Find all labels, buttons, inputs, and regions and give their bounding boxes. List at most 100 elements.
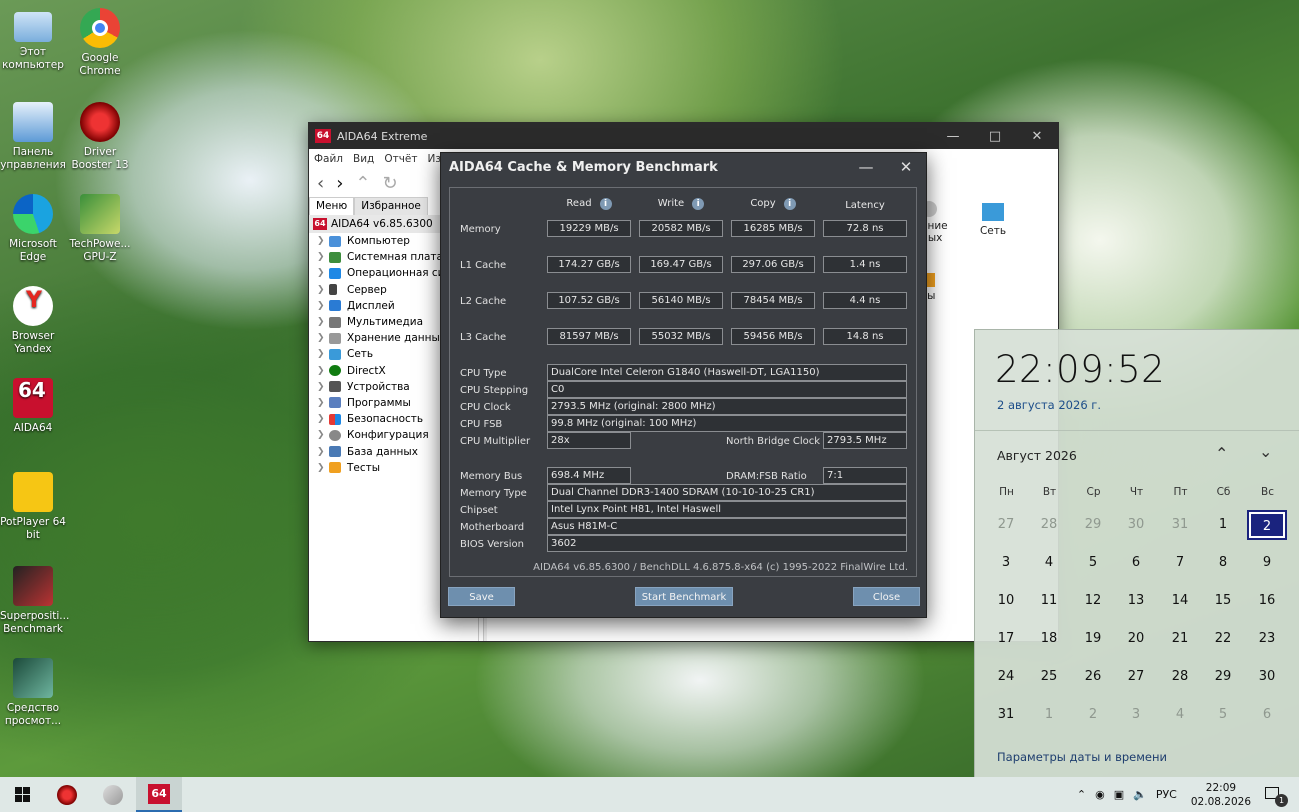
calendar-day[interactable]: 29 [1073, 510, 1113, 540]
calendar-day[interactable]: 16 [1247, 586, 1287, 616]
desktop-icon-potplayer[interactable]: PotPlayer 64 bit [0, 472, 66, 542]
calendar-day[interactable]: 11 [1029, 586, 1069, 616]
save-button[interactable]: Save [448, 587, 515, 606]
calendar-day[interactable]: 24 [986, 662, 1026, 692]
clock-date[interactable]: 2 августа 2026 г. [997, 398, 1101, 412]
start-benchmark-button[interactable]: Start Benchmark [635, 587, 733, 606]
calendar-day[interactable]: 7 [1160, 548, 1200, 578]
calendar-day[interactable]: 28 [1160, 662, 1200, 692]
chevron-up-icon[interactable]: ⌃ [1215, 444, 1228, 463]
calendar-day[interactable]: 10 [986, 586, 1026, 616]
info-icon[interactable]: i [599, 198, 612, 210]
menu-report[interactable]: Отчёт [384, 153, 417, 165]
calendar-day[interactable]: 29 [1203, 662, 1243, 692]
notification-icon[interactable]: 1 [1261, 783, 1291, 807]
start-button[interactable] [0, 777, 44, 812]
memory-bus-value: 698.4 MHz [547, 467, 631, 484]
minimize-icon[interactable]: — [846, 158, 886, 176]
calendar-day[interactable]: 25 [1029, 662, 1069, 692]
menu-view[interactable]: Вид [353, 153, 374, 165]
calendar-day[interactable]: 1 [1203, 510, 1243, 540]
calendar-month[interactable]: Август 2026 [997, 448, 1077, 463]
taskbar-app[interactable] [90, 777, 136, 812]
info-icon[interactable]: i [692, 198, 705, 210]
pane-item-network[interactable]: Сеть [975, 203, 1011, 237]
info-icon[interactable]: i [783, 198, 796, 210]
chevron-down-icon[interactable]: ⌄ [1259, 442, 1272, 461]
language-indicator[interactable]: РУС [1156, 788, 1177, 801]
l2-write: 56140 MB/s [639, 292, 723, 309]
taskbar-clock[interactable]: 22:09 02.08.2026 [1191, 781, 1251, 809]
date-time-settings-link[interactable]: Параметры даты и времени [997, 750, 1167, 764]
calendar-day[interactable]: 5 [1073, 548, 1113, 578]
calendar-day[interactable]: 12 [1073, 586, 1113, 616]
calendar-day[interactable]: 26 [1073, 662, 1113, 692]
calendar-day[interactable]: 2 [1073, 700, 1113, 730]
desktop-icon-aida64[interactable]: 64 AIDA64 [0, 378, 66, 435]
calendar-day[interactable]: 3 [1116, 700, 1156, 730]
desktop-icon-superposition[interactable]: Superpositi... Benchmark [0, 566, 70, 636]
taskbar-aida64[interactable]: 64 [136, 777, 182, 812]
main-title-bar: 64 AIDA64 Extreme — □ ✕ [309, 123, 1058, 149]
tab-favorites[interactable]: Избранное [354, 197, 428, 215]
desktop-icon-chrome[interactable]: Google Chrome [67, 8, 133, 78]
calendar-day[interactable]: 18 [1029, 624, 1069, 654]
close-icon[interactable]: ✕ [1016, 129, 1058, 144]
calendar-day[interactable]: 5 [1203, 700, 1243, 730]
menu-file[interactable]: Файл [314, 153, 343, 165]
calendar-day[interactable]: 22 [1203, 624, 1243, 654]
maximize-icon[interactable]: □ [974, 129, 1016, 144]
tab-menu[interactable]: Меню [309, 197, 355, 215]
back-icon[interactable]: ‹ [317, 173, 324, 194]
up-icon[interactable]: ⌃ [355, 173, 370, 194]
calendar-day[interactable]: 6 [1116, 548, 1156, 578]
calendar-day[interactable]: 28 [1029, 510, 1069, 540]
memory-bus-label: Memory Bus [460, 471, 523, 482]
desktop-icon-this-pc[interactable]: Этот компьютер [0, 8, 66, 72]
chevron-up-icon[interactable]: ⌃ [1077, 788, 1086, 801]
calendar-day[interactable]: 4 [1029, 548, 1069, 578]
calendar-day-today[interactable]: 2 [1247, 510, 1287, 540]
xbox-icon [329, 365, 341, 377]
calendar-day[interactable]: 20 [1116, 624, 1156, 654]
location-icon[interactable]: ◉ [1095, 788, 1105, 801]
desktop-icon-label: Superpositi... [0, 610, 70, 622]
calendar-day[interactable]: 15 [1203, 586, 1243, 616]
calendar-day[interactable]: 31 [1160, 510, 1200, 540]
calendar-day[interactable]: 30 [1247, 662, 1287, 692]
calendar-day[interactable]: 1 [1029, 700, 1069, 730]
network-icon[interactable]: ▣ [1114, 788, 1124, 801]
calendar-day[interactable]: 21 [1160, 624, 1200, 654]
calendar-day[interactable]: 14 [1160, 586, 1200, 616]
calendar-day[interactable]: 31 [986, 700, 1026, 730]
memory-read: 19229 MB/s [547, 220, 631, 237]
calendar-day[interactable]: 3 [986, 548, 1026, 578]
calendar-day[interactable]: 27 [1116, 662, 1156, 692]
minimize-icon[interactable]: — [932, 129, 974, 144]
desktop-icon-driver-booster[interactable]: Driver Booster 13 [67, 102, 133, 172]
desktop-icon-edge[interactable]: Microsoft Edge [0, 194, 66, 264]
desktop-icon-photo-viewer[interactable]: Средство просмот... [0, 658, 66, 728]
calendar-day[interactable]: 13 [1116, 586, 1156, 616]
volume-icon[interactable]: 🔈 [1133, 788, 1147, 801]
refresh-icon[interactable]: ↻ [383, 173, 398, 194]
superposition-icon [13, 566, 53, 606]
calendar-day[interactable]: 17 [986, 624, 1026, 654]
desktop-icon-gpu-z[interactable]: TechPowe... GPU-Z [67, 194, 133, 264]
calendar-day[interactable]: 9 [1247, 548, 1287, 578]
close-button[interactable]: Close [853, 587, 920, 606]
taskbar-driver-booster[interactable] [44, 777, 90, 812]
calendar-day[interactable]: 27 [986, 510, 1026, 540]
desktop-icon-control-panel[interactable]: Панель управления [0, 102, 66, 172]
forward-icon[interactable]: › [336, 173, 343, 194]
calendar-day[interactable]: 23 [1247, 624, 1287, 654]
calendar-day[interactable]: 6 [1247, 700, 1287, 730]
tree-root-label: AIDA64 v6.85.6300 [331, 218, 433, 230]
close-icon[interactable]: ✕ [886, 158, 926, 176]
calendar-day[interactable]: 19 [1073, 624, 1113, 654]
calendar-day[interactable]: 4 [1160, 700, 1200, 730]
calendar-day[interactable]: 8 [1203, 548, 1243, 578]
calendar-day[interactable]: 30 [1116, 510, 1156, 540]
motherboard-icon [329, 251, 341, 263]
desktop-icon-yandex[interactable]: Y Browser Yandex [0, 286, 66, 356]
